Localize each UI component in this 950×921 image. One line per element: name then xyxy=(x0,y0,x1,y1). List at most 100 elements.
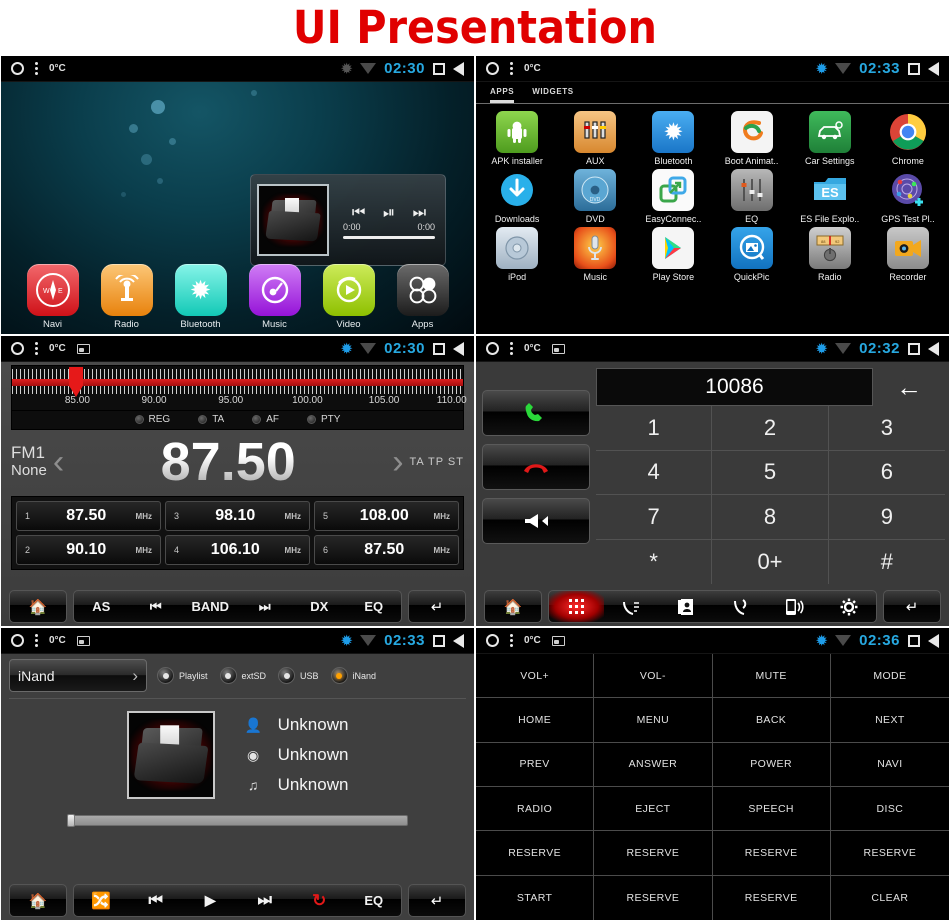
key-7[interactable]: 7 xyxy=(596,495,713,540)
app-item-recorder[interactable]: Recorder xyxy=(869,227,947,282)
band-button[interactable]: BAND xyxy=(183,591,238,622)
gear-icon[interactable] xyxy=(822,591,877,622)
app-item-downloads[interactable]: Downloads xyxy=(478,169,556,224)
swc-key-reserve-1[interactable]: RESERVE xyxy=(476,831,595,876)
swc-key-start[interactable]: START xyxy=(476,875,595,920)
swc-key-prev[interactable]: PREV xyxy=(476,742,595,787)
rds-toggle-pty[interactable]: PTY xyxy=(307,414,340,425)
square-icon[interactable] xyxy=(433,342,445,355)
swc-key-disc[interactable]: DISC xyxy=(830,787,949,832)
back-triangle-icon[interactable] xyxy=(928,61,939,76)
back-triangle-icon[interactable] xyxy=(928,633,939,648)
return-arrow-icon[interactable]: ↵ xyxy=(408,884,466,917)
eq-button[interactable]: EQ xyxy=(347,591,402,622)
three-dots-icon[interactable] xyxy=(35,342,38,355)
source-option-playlist[interactable]: Playlist xyxy=(157,667,208,684)
square-icon[interactable] xyxy=(908,342,920,355)
back-triangle-icon[interactable] xyxy=(453,341,464,356)
dock-item-video[interactable]: Video xyxy=(320,264,378,330)
dock-item-navi[interactable]: WE Navi xyxy=(24,264,82,330)
three-dots-icon[interactable] xyxy=(510,634,513,647)
swc-key-power[interactable]: POWER xyxy=(712,742,831,787)
three-dots-icon[interactable] xyxy=(510,342,513,355)
swc-key-menu[interactable]: MENU xyxy=(594,698,713,743)
rds-toggle-af[interactable]: AF xyxy=(252,414,279,425)
swc-key-mute[interactable]: MUTE xyxy=(712,654,831,699)
circle-icon[interactable] xyxy=(486,342,499,355)
swc-key-vol-down[interactable]: VOL- xyxy=(594,654,713,699)
source-option-extsd[interactable]: extSD xyxy=(219,667,266,684)
swc-key-eject[interactable]: EJECT xyxy=(594,786,713,832)
app-item-play-store[interactable]: Play Store xyxy=(634,227,712,282)
swc-key-vol-up[interactable]: VOL+ xyxy=(476,654,595,699)
back-triangle-icon[interactable] xyxy=(928,341,939,356)
app-item-ipod[interactable]: iPod xyxy=(478,227,556,282)
app-item-bluetooth[interactable]: ✹ Bluetooth xyxy=(634,111,712,166)
repeat-icon[interactable]: ↻ xyxy=(292,885,347,916)
dock-item-bluetooth[interactable]: ✹ Bluetooth xyxy=(172,264,230,330)
frequency-scale[interactable]: 85.00 90.00 95.00 100.00 105.00 110.00 xyxy=(11,365,467,411)
play-pause-icon[interactable]: ⏯ xyxy=(383,205,395,220)
play-icon[interactable]: ▶ xyxy=(183,885,238,916)
preset-button[interactable]: 6 87.50 MHz xyxy=(314,535,459,565)
skip-previous-icon[interactable]: ⏮ xyxy=(129,591,184,622)
source-option-inand[interactable]: iNand xyxy=(330,667,376,684)
return-arrow-icon[interactable]: ↵ xyxy=(883,590,941,623)
dock-item-radio[interactable]: Radio xyxy=(98,264,156,330)
key-star[interactable]: * xyxy=(596,539,713,584)
progress-thumb[interactable] xyxy=(67,814,75,827)
contacts-book-icon[interactable] xyxy=(658,591,713,622)
phone-signal-icon[interactable] xyxy=(767,591,822,622)
square-icon[interactable] xyxy=(908,62,920,75)
tab-apps[interactable]: APPS xyxy=(490,87,515,103)
screenshot-icon[interactable] xyxy=(76,343,90,354)
app-item-gps-test-plus[interactable]: GPS Test Pl.. xyxy=(869,169,947,224)
three-dots-icon[interactable] xyxy=(35,634,38,647)
back-triangle-icon[interactable] xyxy=(453,633,464,648)
key-zero[interactable]: 0+ xyxy=(712,539,829,584)
key-9[interactable]: 9 xyxy=(828,495,945,540)
swc-key-reserve-3[interactable]: RESERVE xyxy=(712,831,831,876)
call-sync-icon[interactable] xyxy=(713,591,768,622)
home-icon[interactable]: 🏠 xyxy=(9,590,67,623)
swc-key-mode[interactable]: MODE xyxy=(830,654,949,699)
square-icon[interactable] xyxy=(433,634,445,647)
call-log-icon[interactable] xyxy=(604,591,659,622)
rds-toggle-ta[interactable]: TA xyxy=(198,414,224,425)
key-4[interactable]: 4 xyxy=(596,450,713,495)
skip-next-icon[interactable]: ⏭ xyxy=(238,885,293,916)
skip-previous-icon[interactable]: ⏮ xyxy=(352,205,366,220)
circle-icon[interactable] xyxy=(11,62,24,75)
swc-key-home[interactable]: HOME xyxy=(476,698,595,743)
dock-item-apps[interactable]: Apps xyxy=(394,264,452,330)
square-icon[interactable] xyxy=(908,634,920,647)
app-item-eq[interactable]: EQ xyxy=(712,169,790,224)
skip-next-icon[interactable]: ⏭ xyxy=(413,205,427,220)
widget-progress-bar[interactable] xyxy=(343,236,435,239)
app-item-music[interactable]: Music xyxy=(556,227,634,282)
circle-icon[interactable] xyxy=(486,62,499,75)
home-icon[interactable]: 🏠 xyxy=(9,884,67,917)
app-item-car-settings[interactable]: Car Settings xyxy=(791,111,869,166)
app-item-boot-animation[interactable]: Boot Animat.. xyxy=(712,111,790,166)
swc-key-answer[interactable]: ANSWER xyxy=(594,742,713,787)
dialed-number-display[interactable]: 10086 xyxy=(596,368,873,406)
return-arrow-icon[interactable]: ↵ xyxy=(408,590,466,623)
rds-toggle-reg[interactable]: REG xyxy=(134,414,170,425)
square-icon[interactable] xyxy=(433,62,445,75)
call-answer-button[interactable] xyxy=(482,390,590,436)
key-3[interactable]: 3 xyxy=(828,406,945,451)
preset-button[interactable]: 1 87.50 MHz xyxy=(16,501,161,531)
swc-key-clear[interactable]: CLEAR xyxy=(831,876,949,920)
three-dots-icon[interactable] xyxy=(35,62,38,75)
key-hash[interactable]: # xyxy=(829,540,945,585)
screenshot-icon[interactable] xyxy=(551,635,565,646)
swc-key-reserve-4[interactable]: RESERVE xyxy=(830,831,949,876)
tab-widgets[interactable]: WIDGETS xyxy=(532,87,574,103)
key-8[interactable]: 8 xyxy=(712,495,829,540)
backspace-arrow-icon[interactable]: ← xyxy=(873,368,945,406)
swc-key-reserve-2[interactable]: RESERVE xyxy=(594,831,713,876)
swc-key-reserve-6[interactable]: RESERVE xyxy=(713,875,831,920)
preset-button[interactable]: 3 98.10 MHz xyxy=(165,501,310,531)
keypad-icon[interactable] xyxy=(549,591,604,622)
